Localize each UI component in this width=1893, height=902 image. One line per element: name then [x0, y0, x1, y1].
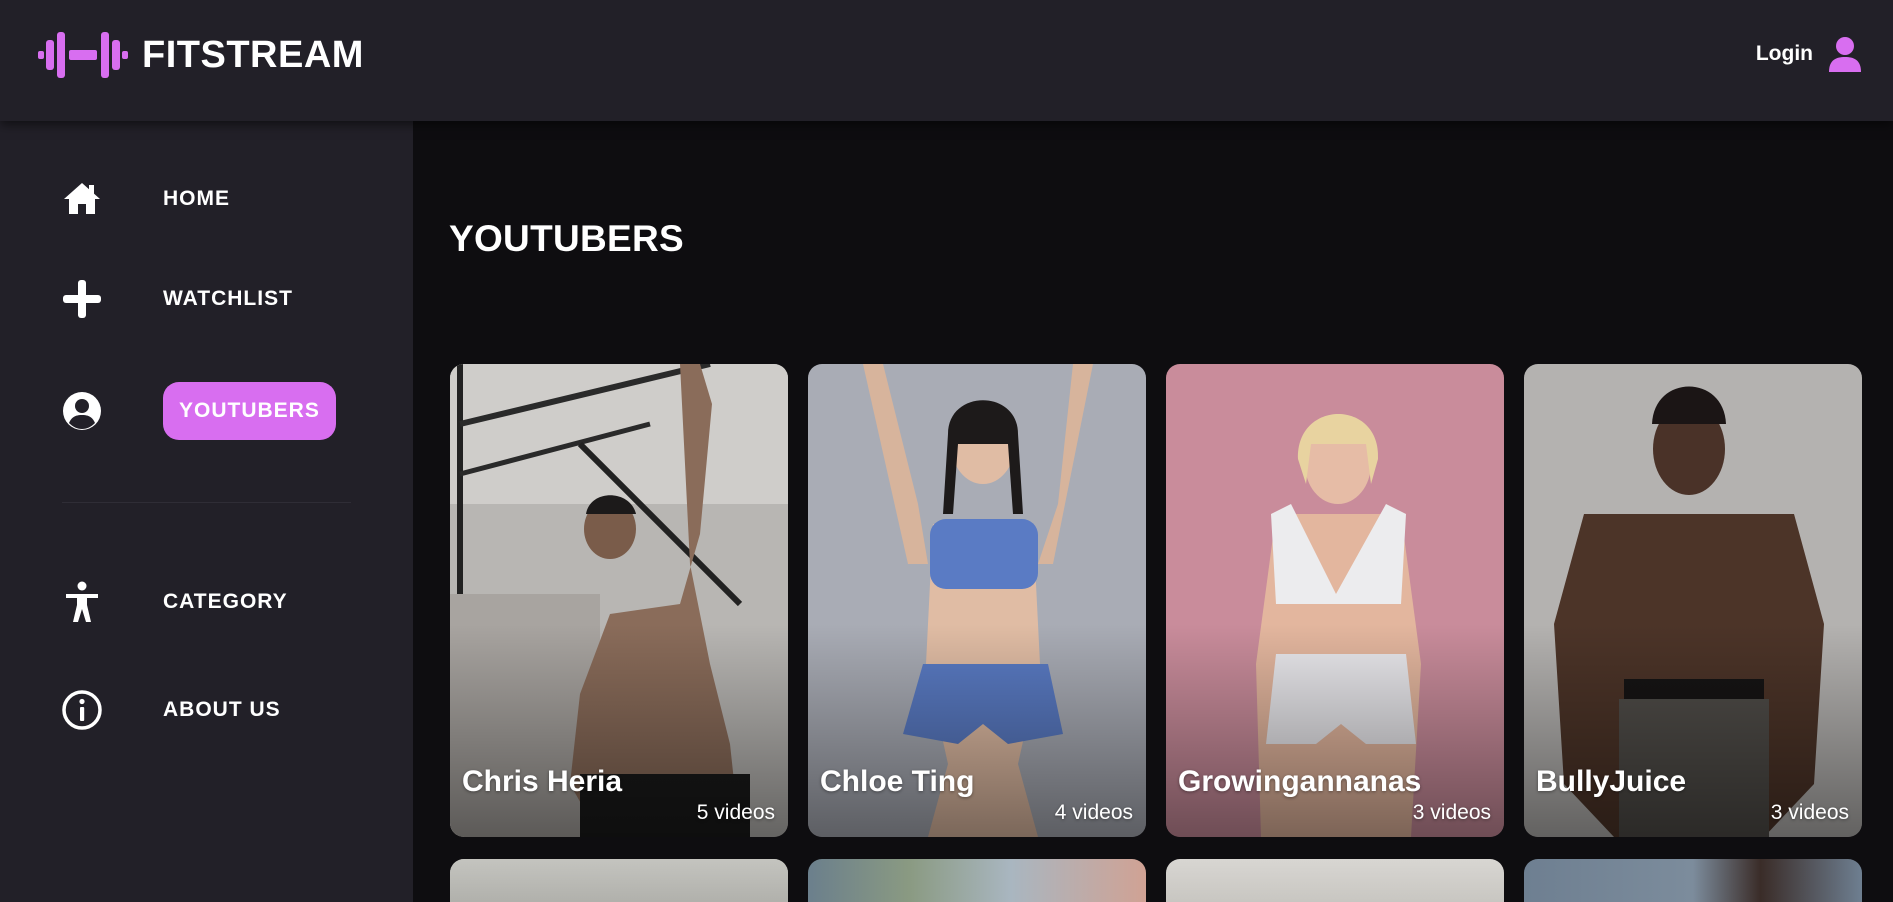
youtuber-card[interactable]: Chris Heria 5 videos	[450, 364, 788, 837]
video-count: 4 videos	[1054, 801, 1133, 824]
login-button[interactable]: Login	[1756, 36, 1863, 72]
youtuber-card[interactable]	[808, 859, 1146, 902]
dumbbell-icon	[38, 32, 128, 78]
youtuber-card[interactable]: Chloe Ting 4 videos	[808, 364, 1146, 837]
youtuber-photo	[1166, 859, 1504, 902]
youtuber-name: Growingannanas	[1178, 765, 1422, 798]
page-title: YOUTUBERS	[449, 218, 684, 259]
youtuber-card[interactable]	[1166, 859, 1504, 902]
youtuber-name: Chloe Ting	[820, 765, 975, 798]
youtuber-photo	[808, 859, 1146, 902]
sidebar-item-home[interactable]: HOME	[60, 177, 229, 221]
sidebar-item-label: YOUTUBERS	[163, 382, 336, 440]
top-bar: FITSTREAM Login	[0, 0, 1893, 121]
video-count: 5 videos	[696, 801, 775, 824]
youtuber-card[interactable]: Growingannanas 3 videos	[1166, 364, 1504, 837]
sidebar-divider	[62, 502, 351, 503]
app-name: FITSTREAM	[142, 33, 364, 76]
video-count: 3 videos	[1770, 801, 1849, 824]
youtuber-card[interactable]	[450, 859, 788, 902]
logo[interactable]: FITSTREAM	[38, 30, 364, 80]
sidebar-item-watchlist[interactable]: WATCHLIST	[60, 277, 292, 321]
accessibility-icon	[60, 580, 104, 624]
home-icon	[60, 177, 104, 221]
youtuber-name: BullyJuice	[1536, 765, 1687, 798]
user-circle-icon	[60, 389, 104, 433]
sidebar-item-about-us[interactable]: ABOUT US	[60, 688, 280, 732]
youtuber-name: Chris Heria	[462, 765, 623, 798]
user-icon	[1829, 37, 1861, 72]
sidebar-item-label: CATEGORY	[163, 590, 288, 613]
sidebar-item-category[interactable]: CATEGORY	[60, 580, 287, 624]
youtuber-card[interactable]: BullyJuice 3 videos	[1524, 364, 1862, 837]
youtuber-grid: Chris Heria 5 videos Chloe Ting 4 videos	[450, 364, 1862, 902]
video-count: 3 videos	[1412, 801, 1491, 824]
login-label: Login	[1755, 42, 1813, 65]
sidebar: HOME WATCHLIST YOUTUBERS CATEGORY ABOUT …	[0, 121, 413, 902]
plus-icon	[60, 277, 104, 321]
youtuber-photo	[450, 859, 788, 902]
info-icon	[60, 688, 104, 732]
youtuber-photo	[1524, 859, 1862, 902]
sidebar-item-label: ABOUT US	[163, 698, 281, 721]
sidebar-item-label: WATCHLIST	[163, 287, 293, 310]
sidebar-item-youtubers[interactable]: YOUTUBERS	[60, 382, 336, 440]
sidebar-item-label: HOME	[163, 187, 230, 210]
youtuber-card[interactable]	[1524, 859, 1862, 902]
